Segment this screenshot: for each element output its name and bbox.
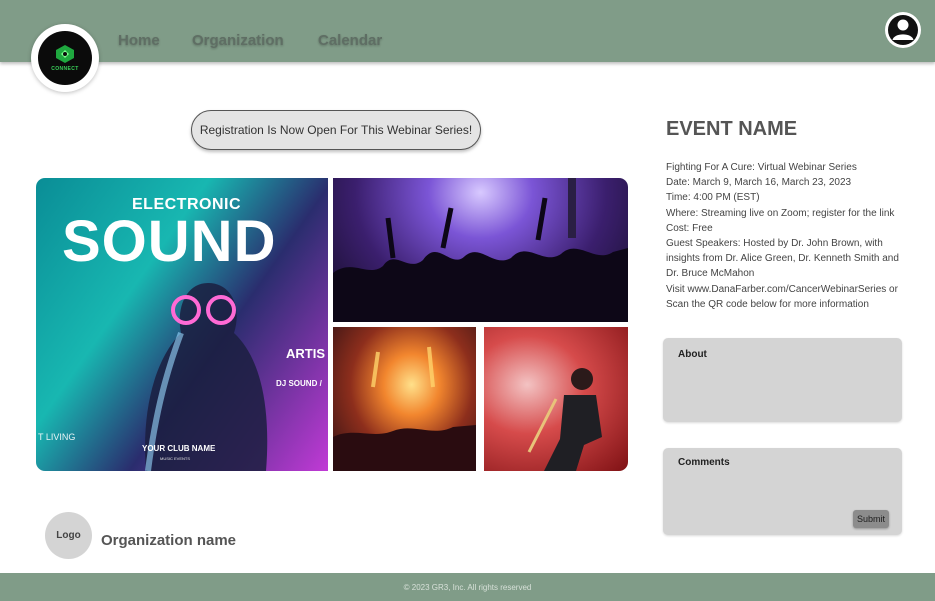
event-image-collage: ELECTRONIC SOUND ARTIS DJ SOUND / T LIVI…: [36, 178, 628, 471]
poster-music-events: MUSIC EVENTS: [160, 456, 191, 461]
site-logo[interactable]: CONNECT: [31, 24, 99, 92]
event-title: EVENT NAME: [666, 118, 798, 140]
organization-logo[interactable]: Logo: [45, 512, 92, 559]
singer-silhouette: [527, 368, 602, 471]
organization-name[interactable]: Organization name: [101, 532, 236, 549]
comments-input[interactable]: Comments Submit: [663, 448, 902, 535]
nav-organization[interactable]: Organization: [192, 32, 284, 49]
submit-button[interactable]: Submit: [853, 510, 889, 528]
festival-stage-fireworks-image: [333, 327, 476, 471]
event-detail-line: Guest Speakers: Hosted by Dr. John Brown…: [666, 238, 899, 280]
page: Home Organization Calendar CONNECT Regis…: [0, 0, 935, 601]
comments-label: Comments: [678, 457, 730, 468]
user-circle-icon: [888, 15, 918, 45]
electronic-sound-poster-image: ELECTRONIC SOUND ARTIS DJ SOUND / T LIVI…: [36, 178, 328, 471]
nav-calendar[interactable]: Calendar: [318, 32, 382, 49]
footer: © 2023 GR3, Inc. All rights reserved: [0, 573, 935, 601]
registration-banner-button[interactable]: Registration Is Now Open For This Webina…: [191, 110, 481, 150]
connect-logo-icon: [56, 45, 74, 63]
stage-silhouette: [333, 346, 476, 471]
event-detail-line: Visit www.DanaFarber.com/CancerWebinarSe…: [666, 283, 898, 310]
poster-side-text: T LIVING: [38, 432, 76, 442]
concert-crowd-image: [333, 178, 628, 322]
nav-home[interactable]: Home: [118, 32, 160, 49]
top-navigation-bar: Home Organization Calendar: [0, 0, 935, 62]
about-label: About: [678, 349, 707, 360]
footer-copyright: © 2023 GR3, Inc. All rights reserved: [403, 582, 532, 592]
event-detail-line: Time: 4:00 PM (EST): [666, 192, 760, 204]
event-detail-line: Fighting For A Cure: Virtual Webinar Ser…: [666, 162, 857, 173]
event-detail-line: Cost: Free: [666, 222, 713, 234]
poster-headline-large: SOUND: [62, 209, 277, 274]
event-details: Fighting For A Cure: Virtual Webinar Ser…: [666, 160, 901, 312]
poster-artist-text: ARTIS: [286, 346, 325, 361]
event-detail-line: Where: Streaming live on Zoom; register …: [666, 207, 895, 219]
event-detail-line: Date: March 9, March 16, March 23, 2023: [666, 177, 852, 189]
crowd-silhouette: [333, 178, 628, 322]
logo-badge: CONNECT: [38, 31, 92, 85]
poster-dj-text: DJ SOUND /: [276, 379, 322, 388]
logo-text: CONNECT: [51, 66, 79, 72]
poster-club-name: YOUR CLUB NAME: [142, 444, 216, 453]
about-panel: About: [663, 338, 902, 422]
singer-performing-image: [484, 327, 628, 471]
user-profile-button[interactable]: [885, 12, 921, 48]
